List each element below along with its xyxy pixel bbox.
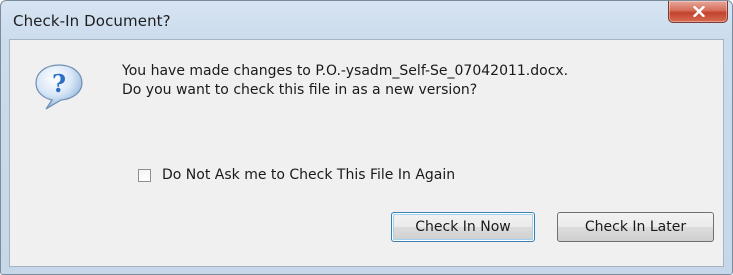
- title-bar[interactable]: Check-In Document?: [1, 1, 732, 39]
- dialog-message: You have made changes to P.O.-ysadm_Self…: [122, 62, 568, 100]
- do-not-ask-checkbox-label[interactable]: Do Not Ask me to Check This File In Agai…: [162, 167, 455, 183]
- dialog-window: Check-In Document? ? You have made chang…: [0, 0, 733, 275]
- check-in-now-button[interactable]: Check In Now: [391, 212, 535, 242]
- svg-text:?: ?: [52, 69, 66, 98]
- message-line-2: Do you want to check this file in as a n…: [122, 82, 478, 98]
- question-icon: ?: [35, 64, 83, 110]
- check-in-later-button[interactable]: Check In Later: [557, 212, 714, 242]
- close-icon: [693, 6, 705, 17]
- message-line-1: You have made changes to P.O.-ysadm_Self…: [122, 63, 569, 79]
- do-not-ask-checkbox[interactable]: [138, 168, 151, 182]
- dialog-body: ? You have made changes to P.O.-ysadm_Se…: [9, 39, 724, 267]
- close-button[interactable]: [668, 1, 728, 23]
- do-not-ask-checkbox-row[interactable]: Do Not Ask me to Check This File In Agai…: [138, 166, 455, 184]
- dialog-title: Check-In Document?: [13, 12, 171, 30]
